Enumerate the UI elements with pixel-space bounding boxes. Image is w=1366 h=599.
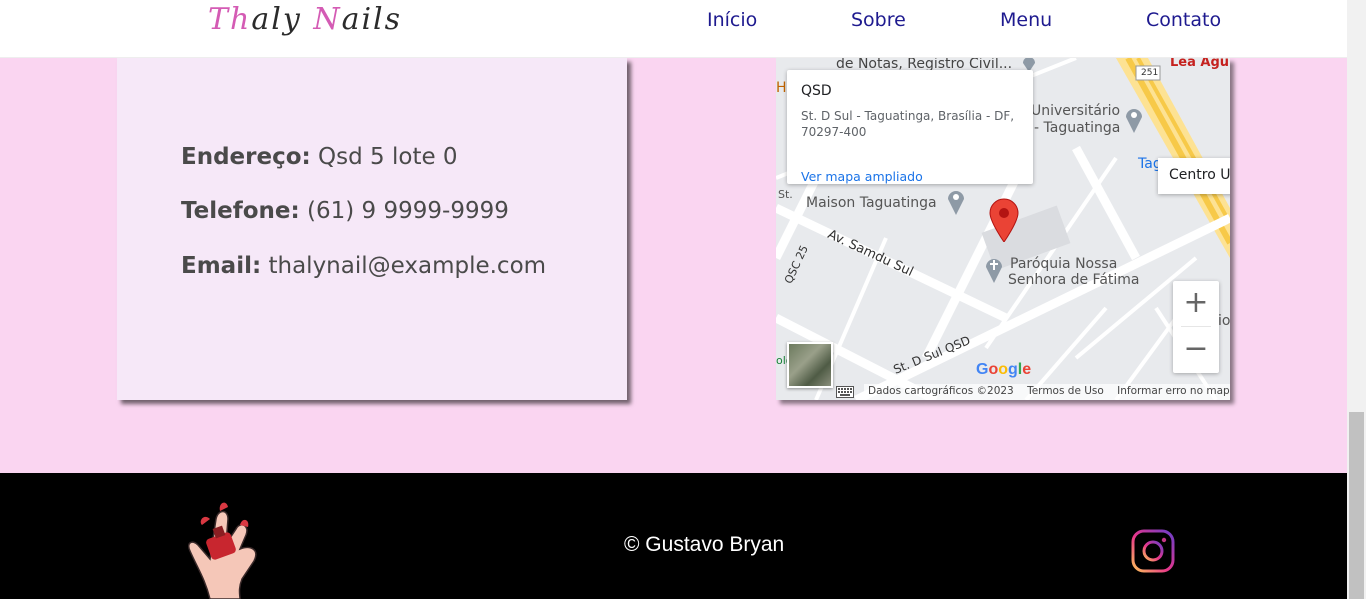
- map-label-st: St.: [778, 188, 793, 201]
- map-pin-icon[interactable]: [988, 198, 1020, 242]
- nav-link-menu[interactable]: Menu: [1000, 9, 1052, 31]
- map-label-h: H: [776, 80, 787, 96]
- info-title: QSD: [801, 83, 832, 99]
- navbar: Thaly Nails Início Sobre Menu Contato: [0, 0, 1347, 58]
- info-address: St. D Sul - Taguatinga, Brasília - DF, 7…: [801, 109, 1015, 139]
- page-scrollbar[interactable]: [1347, 0, 1366, 599]
- contact-card: Endereço: Qsd 5 lote 0 Telefone: (61) 9 …: [117, 58, 627, 400]
- logo-text-a: a: [251, 2, 272, 37]
- phone-line: Telefone: (61) 9 9999-9999: [181, 198, 509, 224]
- map-label-fatima: Senhora de Fátima: [1008, 272, 1140, 288]
- report-error-link[interactable]: Informar erro no mapa: [1117, 385, 1230, 397]
- google-map[interactable]: de Notas, Registro Civil... 251 Lea Agu …: [776, 58, 1230, 400]
- map-label-io: io: [1218, 313, 1230, 329]
- google-logo: Google: [976, 361, 1032, 378]
- poi-pin-icon: [948, 191, 964, 215]
- map-label-paroquia: Paróquia Nossa: [1010, 256, 1118, 272]
- terms-of-use-link[interactable]: Termos de Uso: [1027, 385, 1104, 397]
- logo-space: [302, 2, 314, 37]
- logo-text-n: N: [313, 2, 342, 37]
- email-line: Email: thalynail@example.com: [181, 253, 546, 279]
- site-logo[interactable]: Thaly Nails: [208, 2, 402, 37]
- keyboard-icon[interactable]: [836, 386, 854, 398]
- logo-text-ly: ly: [271, 2, 302, 37]
- phone-label: Telefone:: [181, 198, 300, 224]
- phone-value: (61) 9 9999-9999: [307, 198, 509, 224]
- satellite-toggle-button[interactable]: [787, 342, 833, 388]
- nail-polish-hand-icon: [187, 502, 257, 599]
- map-label-lea: Lea Agu: [1170, 58, 1230, 70]
- address-label: Endereço:: [181, 144, 311, 170]
- nav-link-contato[interactable]: Contato: [1146, 9, 1221, 31]
- instagram-icon[interactable]: [1131, 529, 1177, 575]
- map-data-credit: Dados cartográficos ©2023: [868, 385, 1014, 397]
- centro-label-box[interactable]: Centro Un: [1158, 158, 1230, 194]
- zoom-control: + −: [1173, 281, 1219, 373]
- logo-text-ails: ails: [341, 2, 403, 37]
- map-info-card: QSD St. D Sul - Taguatinga, Brasília - D…: [787, 70, 1033, 184]
- logo-text-th: Th: [208, 2, 252, 37]
- copyright-text: © Gustavo Bryan: [624, 533, 785, 556]
- view-larger-map-link[interactable]: Ver mapa ampliado: [801, 169, 923, 184]
- map-attribution: Dados cartográficos ©2023 Termos de Uso …: [864, 384, 1230, 400]
- map-label-maison: Maison Taguatinga: [806, 195, 937, 211]
- address-line: Endereço: Qsd 5 lote 0: [181, 144, 458, 170]
- address-value: Qsd 5 lote 0: [318, 144, 458, 170]
- zoom-out-button[interactable]: −: [1173, 327, 1219, 373]
- nav-link-sobre[interactable]: Sobre: [851, 9, 906, 31]
- scrollbar-thumb[interactable]: [1349, 412, 1364, 599]
- footer: © Gustavo Bryan: [0, 473, 1347, 599]
- map-label-universitario: Universitário: [1031, 103, 1121, 119]
- map-label-taguatinga: - Taguatinga: [1034, 120, 1121, 136]
- poi-pin-icon: [1126, 109, 1142, 133]
- map-label-route: 251: [1141, 68, 1159, 78]
- zoom-in-button[interactable]: +: [1173, 281, 1219, 327]
- church-pin-icon: [986, 259, 1002, 283]
- nav-link-inicio[interactable]: Início: [707, 9, 757, 31]
- email-value[interactable]: thalynail@example.com: [268, 253, 546, 279]
- email-label: Email:: [181, 253, 262, 279]
